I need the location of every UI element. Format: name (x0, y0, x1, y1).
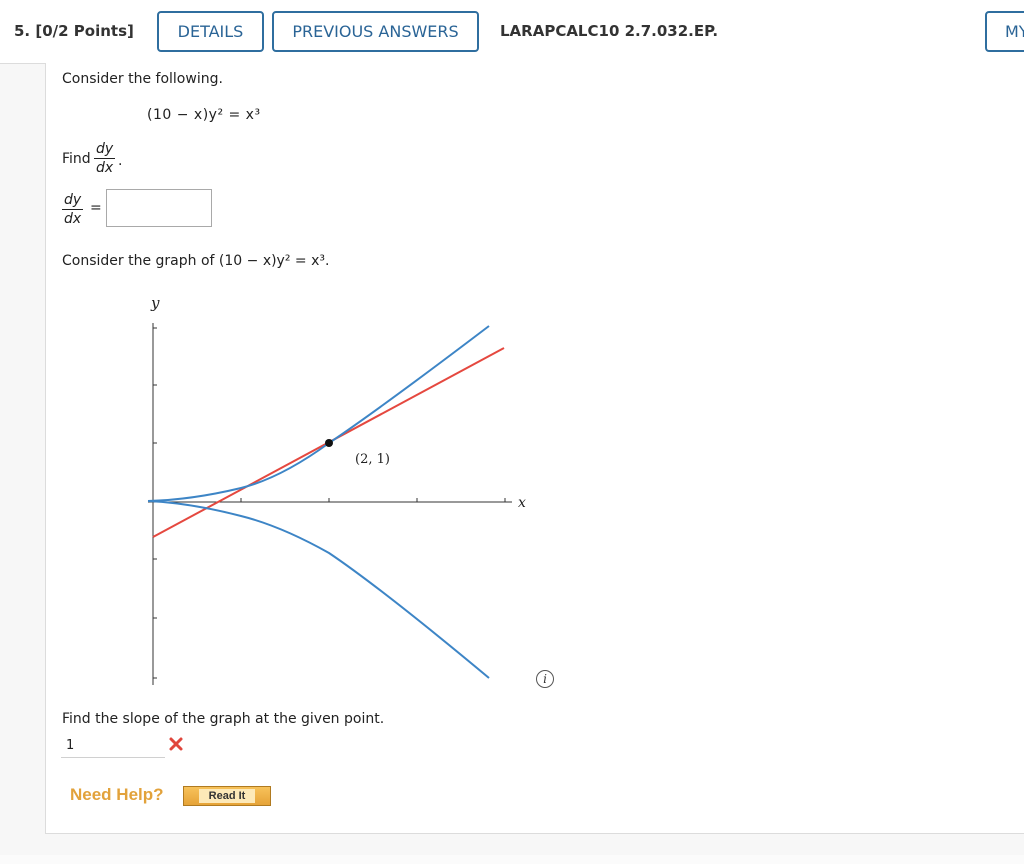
problem-intro: Consider the following. (62, 71, 223, 87)
fraction-denominator: dx (64, 211, 82, 227)
derivative-answer-input[interactable] (106, 189, 212, 227)
find-label: Find (62, 151, 91, 167)
need-help-label: Need Help? (70, 785, 164, 804)
page-footer-strip (0, 855, 1024, 864)
find-period: . (118, 153, 123, 169)
graph-intro: Consider the graph of (10 − x)y² = x³. (62, 253, 330, 269)
read-it-button[interactable]: Read It (183, 786, 271, 806)
derivative-fraction: dy dx (94, 141, 116, 176)
question-number: 5. [0/2 Points] (14, 22, 134, 40)
problem-code: LARAPCALC10 2.7.032.EP. (500, 22, 719, 40)
incorrect-icon (169, 737, 183, 751)
details-button[interactable]: DETAILS (157, 11, 264, 52)
question-header: 5. [0/2 Points] DETAILS PREVIOUS ANSWERS… (0, 0, 1024, 64)
fraction-numerator: dy (94, 141, 116, 159)
equals-sign: = (90, 200, 102, 216)
my-notes-button[interactable]: MY (985, 11, 1024, 52)
slope-answer-input[interactable] (61, 734, 165, 758)
curve-upper-branch (147, 325, 490, 502)
y-axis-ticks (153, 327, 157, 679)
previous-answers-button[interactable]: PREVIOUS ANSWERS (272, 11, 479, 52)
fraction-denominator: dx (96, 160, 114, 176)
info-icon[interactable]: i (536, 670, 554, 688)
read-it-label: Read It (198, 789, 256, 803)
x-axis-label: x (518, 495, 526, 511)
slope-prompt: Find the slope of the graph at the given… (62, 711, 385, 727)
question-body: Consider the following. (10 − x)y² = x³ … (45, 63, 1024, 834)
point-label: (2, 1) (355, 452, 390, 467)
y-axis-label: y (150, 294, 160, 312)
fraction-numerator: dy (62, 192, 84, 210)
curve-lower-branch (147, 500, 490, 679)
tangent-point (325, 439, 333, 447)
equation-graph: (2, 1) y x (147, 294, 526, 685)
problem-equation: (10 − x)y² = x³ (147, 107, 261, 123)
answer-fraction: dy dx (62, 192, 84, 227)
x-axis-ticks (240, 498, 506, 502)
